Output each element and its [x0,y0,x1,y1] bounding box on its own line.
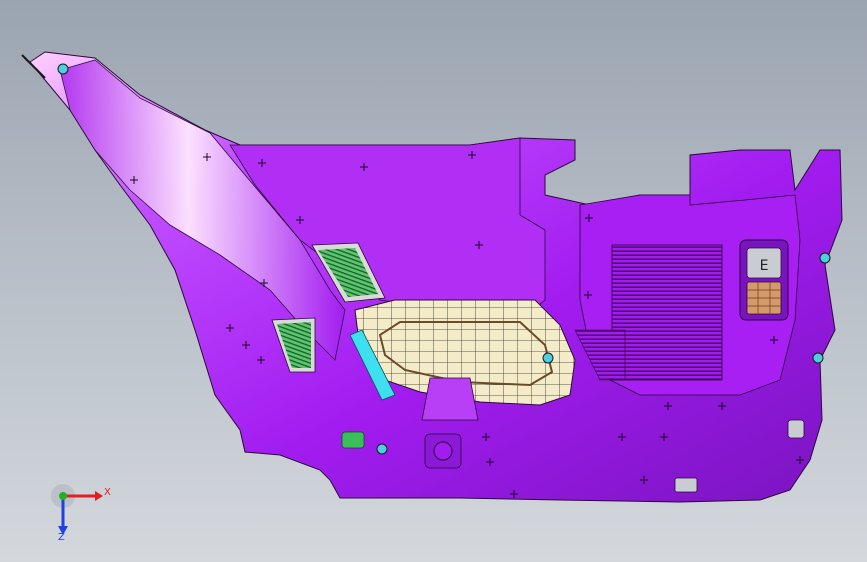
corner-clip [787,419,805,439]
mount-point [819,252,831,264]
round-fastener [433,441,453,461]
x-axis-head [95,491,103,501]
y-axis-dot [59,492,67,500]
z-axis-label: Z [58,532,65,543]
mount-point [376,443,388,455]
window-switch-label: E [760,258,769,274]
mount-point [542,352,554,364]
mount-point [57,63,69,75]
speaker-grille [611,244,723,381]
green-clip [341,431,365,449]
x-axis-label: X [104,487,111,498]
trim-panel-model[interactable]: E [0,0,867,562]
cup-holder-post [421,377,479,421]
mount-point [812,352,824,364]
cad-viewport[interactable]: E X Z [0,0,867,562]
lower-clip [674,477,698,493]
